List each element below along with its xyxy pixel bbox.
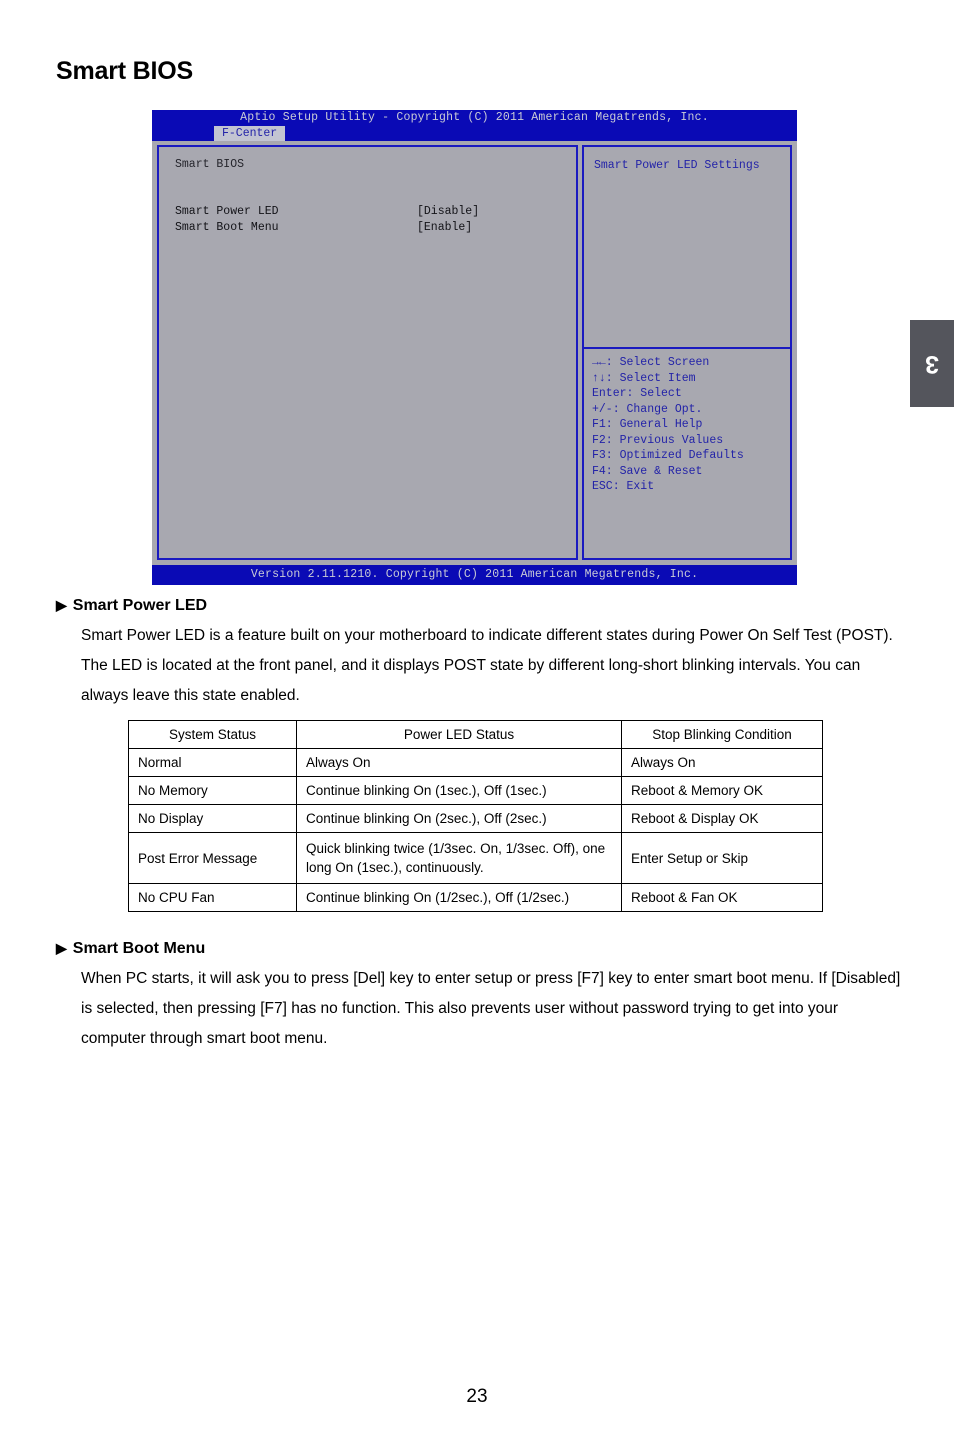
section-heading: ▶ Smart Power LED [56,597,901,615]
bios-footer-version: Version 2.11.1210. Copyright (C) 2011 Am… [250,568,699,581]
bios-body: Smart BIOS Smart Power LED [Disable] Smar… [152,141,797,565]
bios-setting-smart-boot-menu[interactable]: Smart Boot Menu [Enable] [175,220,472,236]
section-body-text: Smart Power LED is a feature built on yo… [81,627,893,704]
cell-stop-blinking-condition: Reboot & Fan OK [621,883,823,912]
bios-section-heading: Smart BIOS [175,158,245,171]
bios-setting-label: Smart Boot Menu [175,221,279,234]
table-row: Post Error Message Quick blinking twice … [128,832,823,884]
table-row: No CPU Fan Continue blinking On (1/2sec.… [128,883,823,912]
triangle-bullet-icon: ▶ [56,940,67,956]
table-row: Normal Always On Always On [128,748,823,777]
chapter-side-tab: 3 [910,320,954,407]
cell-system-status: No Memory [128,776,297,805]
bios-tab-f-center[interactable]: F-Center [214,126,286,141]
page-title: Smart BIOS [56,57,193,85]
section-smart-power-led: ▶ Smart Power LED Smart Power LED is a fe… [56,597,901,711]
cell-power-led-status: Always On [296,748,622,777]
column-header-system-status: System Status [128,720,297,749]
table-row: No Display Continue blinking On (2sec.),… [128,804,823,833]
table-header-row: System Status Power LED Status Stop Blin… [128,720,823,749]
cell-power-led-status: Continue blinking On (1/2sec.), Off (1/2… [296,883,622,912]
cell-power-led-status: Quick blinking twice (1/3sec. On, 1/3sec… [296,832,622,884]
bios-key-legend: →←: Select Screen ↑↓: Select Item Enter:… [592,355,744,495]
cell-stop-blinking-condition: Reboot & Memory OK [621,776,823,805]
key-legend-f3-optimized-defaults: F3: Optimized Defaults [592,449,744,462]
power-led-status-table: System Status Power LED Status Stop Blin… [128,720,823,912]
cell-stop-blinking-condition: Reboot & Display OK [621,804,823,833]
key-legend-select-screen: →←: Select Screen [592,356,710,369]
key-legend-f1-general-help: F1: General Help [592,418,703,431]
bios-settings-panel: Smart BIOS Smart Power LED [Disable] Smar… [157,145,578,560]
triangle-bullet-icon: ▶ [56,597,67,613]
key-legend-esc-exit: ESC: Exit [592,480,655,493]
cell-power-led-status: Continue blinking On (1sec.), Off (1sec.… [296,776,622,805]
bios-setting-value[interactable]: [Enable] [417,220,472,236]
key-legend-f4-save-reset: F4: Save & Reset [592,464,703,478]
cell-system-status: No CPU Fan [128,883,297,912]
section-heading: ▶ Smart Boot Menu [56,940,901,958]
section-heading-label: Smart Boot Menu [72,940,206,957]
bios-help-divider [584,347,790,349]
cell-stop-blinking-condition: Enter Setup or Skip [621,832,823,884]
bios-titlebar: Aptio Setup Utility - Copyright (C) 2011… [240,111,709,124]
section-heading-label: Smart Power LED [72,597,208,614]
bios-setting-smart-power-led[interactable]: Smart Power LED [Disable] [175,204,479,220]
cell-power-led-status: Continue blinking On (2sec.), Off (2sec.… [296,804,622,833]
column-header-stop-blinking-condition: Stop Blinking Condition [621,720,823,749]
bios-help-title: Smart Power LED Settings [594,159,760,172]
section-smart-boot-menu: ▶ Smart Boot Menu When PC starts, it will… [56,940,901,1054]
key-legend-enter-select: Enter: Select [592,387,682,400]
cell-system-status: No Display [128,804,297,833]
section-body-text: When PC starts, it will ask you to press… [81,970,901,1047]
cell-system-status: Post Error Message [128,832,297,884]
page-number: 23 [466,1386,488,1407]
key-legend-select-item: ↑↓: Select Item [592,371,696,385]
column-header-power-led-status: Power LED Status [296,720,622,749]
table-row: No Memory Continue blinking On (1sec.), … [128,776,823,805]
bios-help-panel: Smart Power LED Settings →←: Select Scre… [582,145,792,560]
bios-setup-screenshot: Aptio Setup Utility - Copyright (C) 2011… [152,110,797,585]
bios-tab-row: F-Center [152,126,797,141]
key-legend-change-opt: +/-: Change Opt. [592,402,703,416]
cell-stop-blinking-condition: Always On [621,748,823,777]
chapter-number: 3 [925,350,939,378]
bios-setting-value[interactable]: [Disable] [417,204,479,220]
bios-setting-label: Smart Power LED [175,205,279,218]
key-legend-f2-previous-values: F2: Previous Values [592,433,724,447]
cell-system-status: Normal [128,748,297,777]
